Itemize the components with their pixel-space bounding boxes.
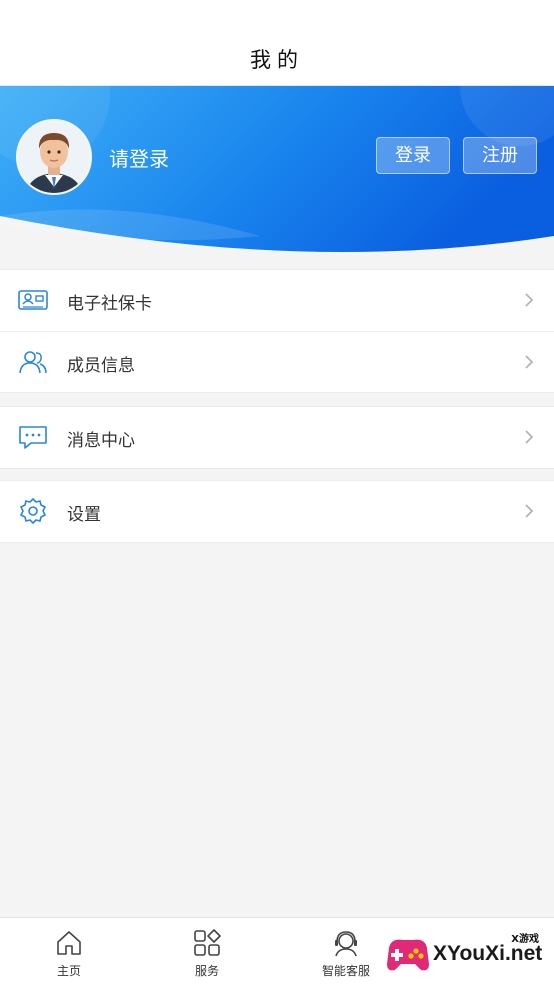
register-button[interactable]: 注册	[463, 137, 537, 174]
chevron-right-icon	[525, 430, 534, 444]
chevron-right-icon	[525, 293, 534, 307]
login-button[interactable]: 登录	[376, 137, 450, 174]
members-icon	[19, 351, 47, 374]
login-prompt[interactable]: 请登录	[109, 143, 169, 172]
menu-group-account: 电子社保卡 成员信息	[0, 269, 554, 393]
menu-item-label: 设置	[67, 505, 101, 525]
menu-item-label: 成员信息	[67, 356, 135, 376]
customer-service-icon	[335, 931, 357, 957]
menu-item-label: 电子社保卡	[67, 294, 152, 314]
avatar[interactable]	[16, 119, 92, 195]
menu-item-social-security-card[interactable]: 电子社保卡	[0, 270, 554, 331]
tab-label: 主页	[56, 964, 81, 978]
menu-group-messages: 消息中心	[0, 406, 554, 469]
page-title: 我的	[250, 48, 304, 72]
menu-item-message-center[interactable]: 消息中心	[0, 407, 554, 468]
home-icon	[57, 931, 81, 955]
gear-icon	[20, 498, 46, 524]
tab-services[interactable]: 服务	[138, 918, 276, 986]
message-icon	[19, 426, 47, 449]
title-bar: 我的	[0, 0, 554, 86]
tab-home[interactable]: 主页	[0, 918, 138, 986]
menu-item-members[interactable]: 成员信息	[0, 331, 554, 392]
menu-item-label: 消息中心	[67, 431, 135, 451]
gamepad-logo-icon	[387, 939, 429, 971]
tab-label: 服务	[194, 964, 219, 978]
menu-item-settings[interactable]: 设置	[0, 481, 554, 542]
watermark: X游戏 XYouXi.net	[383, 924, 551, 980]
services-icon	[194, 929, 221, 956]
chevron-right-icon	[525, 355, 534, 369]
social-security-card-icon	[18, 290, 48, 310]
user-avatar-icon	[18, 121, 90, 193]
profile-banner: 请登录 登录 注册	[0, 86, 554, 258]
watermark-main-text: XYouXi.net	[433, 942, 543, 965]
menu-group-settings: 设置	[0, 480, 554, 543]
chevron-right-icon	[525, 504, 534, 518]
